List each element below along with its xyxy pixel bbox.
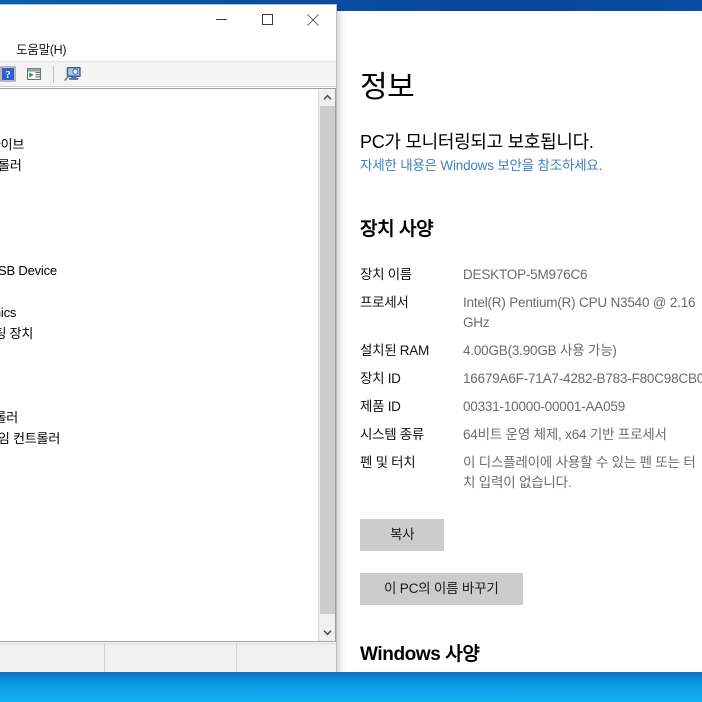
table-row: 펜 및 터치 이 디스플레이에 사용할 수 있는 펜 또는 터치 입력이 없습니… (360, 453, 702, 493)
tree-row[interactable]: 벨 (0, 512, 318, 533)
table-row: 설치된 RAM 4.00GB(3.90GB 사용 가능) (360, 341, 702, 361)
tree-row[interactable]: 트롤러 (0, 533, 318, 554)
tree-row[interactable]: ROM 드라이브 (0, 134, 318, 155)
protection-status-text: PC가 모니터링되고 보호됩니다. (360, 132, 594, 152)
device-tree-panel: 976C6ROM 드라이브TAPI 컨트롤러 어댑터어댑터라이브 SU800B … (0, 88, 336, 642)
scrollbar-thumb[interactable] (320, 106, 335, 614)
toolbar-separator (53, 65, 54, 83)
spec-value-system-type: 64비트 운영 체제, x64 기반 프로세서 (463, 427, 667, 442)
tree-row[interactable]: 어댑터 (0, 281, 318, 302)
spec-label-product-id: 제품 ID (360, 399, 401, 414)
device-tree[interactable]: 976C6ROM 드라이브TAPI 컨트롤러 어댑터어댑터라이브 SU800B … (0, 89, 318, 641)
tree-row[interactable]: 솔 장치 (0, 344, 318, 365)
svg-text:?: ? (5, 69, 11, 81)
copy-button[interactable]: 복사 (360, 519, 445, 551)
tree-row[interactable]: 장치 (0, 449, 318, 470)
spec-label-pen-and-touch: 펜 및 터치 (360, 455, 416, 470)
tree-row[interactable]: 976C6 (0, 92, 318, 113)
table-row: 제품 ID 00331-10000-00001-AA059 (360, 397, 702, 417)
windows-spec-section: Windows 사양 에디션 Windows 10 Pro 버전 22H2 (360, 639, 702, 672)
tree-row-spacer (0, 365, 318, 386)
menu-item-help[interactable]: 도움말(H) (4, 36, 78, 61)
spec-value-installed-ram: 4.00GB(3.90GB 사용 가능) (463, 343, 617, 358)
spec-label-processor: 프로세서 (360, 295, 409, 310)
window-titlebar[interactable] (0, 5, 336, 35)
tree-row-spacer (0, 575, 318, 596)
tree-row[interactable]: 치 (0, 470, 318, 491)
spec-label-device-name: 장치 이름 (360, 267, 412, 282)
spec-value-processor: Intel(R) Pentium(R) CPU N3540 @ 2.16 GHz (463, 295, 696, 330)
tree-row-spacer (0, 386, 318, 407)
desktop-bottom-accent-strip (0, 672, 702, 702)
table-row: 장치 이름 DESKTOP-5M976C6 (360, 265, 702, 285)
properties-icon[interactable] (22, 63, 46, 85)
minimize-button[interactable] (198, 5, 244, 34)
device-spec-table: 장치 이름 DESKTOP-5M976C6 프로세서 Intel(R) Pent… (360, 265, 702, 493)
tree-row-spacer (0, 596, 318, 617)
scroll-up-arrow-icon[interactable] (319, 89, 335, 106)
spec-value-device-name: DESKTOP-5M976C6 (463, 267, 588, 282)
table-row: 장치 ID 16679A6F-71A7-4282-B783-F80C98CB0E… (360, 369, 702, 389)
table-row: 프로세서 Intel(R) Pentium(R) CPU N3540 @ 2.1… (360, 293, 702, 333)
page-title: 정보 (360, 71, 415, 104)
rename-pc-button[interactable]: 이 PC의 이름 바꾸기 (360, 573, 523, 605)
menubar: 보기(V) 도움말(H) (0, 35, 336, 61)
tree-row[interactable]: & LPT) (0, 617, 318, 638)
tree-row-spacer (0, 554, 318, 575)
toolbar: ? (0, 61, 336, 87)
tree-row[interactable]: 력 및 출력 (0, 491, 318, 512)
table-row: 시스템 종류 64비트 운영 체제, x64 기반 프로세서 (360, 425, 702, 445)
spec-label-device-id: 장치 ID (360, 371, 401, 386)
tree-row[interactable]: 버스 컨트롤러 (0, 407, 318, 428)
windows-security-link[interactable]: 자세한 내용은 Windows 보안을 참조하세요. (360, 158, 602, 173)
tree-row[interactable]: HD Graphics (0, 302, 318, 323)
device-manager-window: 보기(V) 도움말(H) ? (0, 4, 337, 680)
tree-row[interactable]: 기타 포인팅 장치 (0, 323, 318, 344)
scroll-down-arrow-icon[interactable] (319, 624, 335, 641)
tree-row[interactable]: 디오 및 게임 컨트롤러 (0, 428, 318, 449)
spec-label-system-type: 시스템 종류 (360, 427, 425, 442)
tree-row[interactable]: 라이브 (0, 218, 318, 239)
scan-hardware-icon[interactable] (61, 63, 85, 85)
tree-row[interactable]: SU800 (0, 239, 318, 260)
settings-about-panel: 정보 PC가 모니터링되고 보호됩니다. 자세한 내용은 Windows 보안을… (336, 11, 702, 672)
spec-value-product-id: 00331-10000-00001-AA059 (463, 399, 626, 414)
maximize-button[interactable] (244, 5, 290, 34)
tree-row-spacer (0, 638, 318, 641)
spec-label-installed-ram: 설치된 RAM (360, 343, 429, 358)
tree-row-spacer (0, 113, 318, 134)
spec-value-pen-and-touch: 이 디스플레이에 사용할 수 있는 펜 또는 터치 입력이 없습니다. (463, 455, 696, 490)
tree-row[interactable]: B DISK USB Device (0, 260, 318, 281)
tree-row[interactable]: TAPI 컨트롤러 (0, 155, 318, 176)
spec-value-device-id: 16679A6F-71A7-4282-B783-F80C98CB0E23 (463, 371, 702, 386)
windows-spec-heading: Windows 사양 (360, 644, 480, 665)
tree-row[interactable]: 어댑터 (0, 197, 318, 218)
help-icon[interactable]: ? (0, 63, 20, 85)
device-spec-heading: 장치 사양 (360, 219, 434, 240)
close-button[interactable] (290, 5, 336, 34)
vertical-scrollbar[interactable] (318, 89, 335, 641)
desktop-background: 정보 PC가 모니터링되고 보호됩니다. 자세한 내용은 Windows 보안을… (0, 0, 702, 702)
tree-row[interactable]: 어댑터 (0, 176, 318, 197)
